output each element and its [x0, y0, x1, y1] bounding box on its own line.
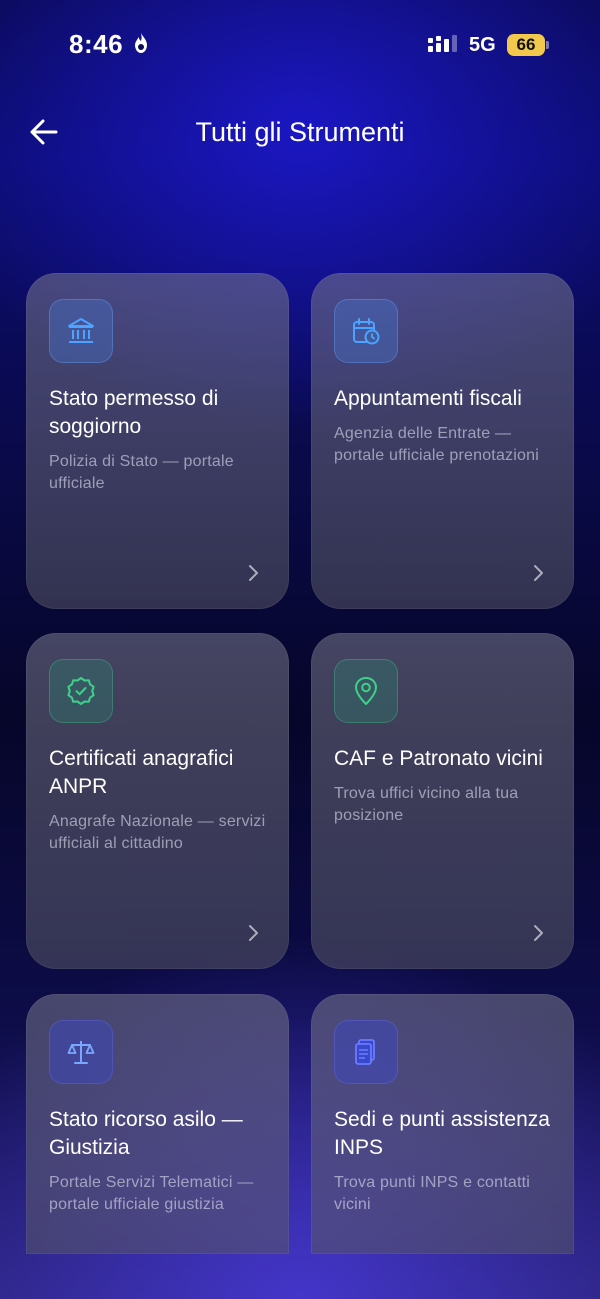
card-title: Stato permesso di soggiorno: [49, 387, 219, 438]
card-icon-container: [49, 299, 113, 363]
bank-icon: [68, 318, 94, 343]
card-icon-container: [334, 1020, 398, 1084]
tool-card-ricorso-asilo[interactable]: Stato ricorso asilo — Giustizia Portale …: [26, 994, 289, 1254]
card-title: Sedi e punti assistenza INPS: [334, 1108, 550, 1159]
page-title: Tutti gli Strumenti: [195, 117, 405, 147]
chevron-right-icon: [534, 565, 543, 581]
document-stack-icon: [355, 1039, 375, 1065]
signal-icon: [428, 35, 457, 52]
tool-card-sedi-inps[interactable]: Sedi e punti assistenza INPS Trova punti…: [311, 994, 574, 1254]
tool-card-caf-patronato[interactable]: CAF e Patronato vicini Trova uffici vici…: [311, 633, 574, 969]
card-title: CAF e Patronato vicini: [334, 747, 543, 770]
card-title: Appuntamenti fiscali: [334, 387, 522, 410]
card-description: Agenzia delle Entrate — portale ufficial…: [334, 425, 539, 464]
chevron-right-icon: [534, 925, 543, 941]
card-icon-container: [49, 1020, 113, 1084]
card-title: Certificati anagrafici ANPR: [49, 747, 234, 798]
status-bar: 8:46 5G 66: [0, 0, 600, 90]
card-icon-container: [334, 659, 398, 723]
tool-card-certificati-anpr[interactable]: Certificati anagrafici ANPR Anagrafe Naz…: [26, 633, 289, 969]
tool-card-appuntamenti-fiscali[interactable]: Appuntamenti fiscali Agenzia delle Entra…: [311, 273, 574, 609]
calendar-clock-icon: [353, 318, 380, 345]
verified-badge-icon: [67, 677, 95, 705]
map-pin-icon: [355, 677, 377, 705]
battery-indicator: 66: [507, 34, 545, 56]
card-description: Polizia di Stato — portale ufficiale: [49, 453, 234, 492]
card-title: Stato ricorso asilo — Giustizia: [49, 1108, 243, 1159]
card-icon-container: [334, 299, 398, 363]
tool-card-permesso-soggiorno[interactable]: Stato permesso di soggiorno Polizia di S…: [26, 273, 289, 609]
chevron-right-icon: [249, 565, 258, 581]
network-type: 5G: [469, 34, 496, 56]
battery-tip: [546, 41, 549, 49]
status-time: 8:46: [69, 29, 124, 59]
chevron-right-icon: [249, 925, 258, 941]
card-description: Trova uffici vicino alla tua posizione: [334, 785, 519, 824]
card-icon-container: [49, 659, 113, 723]
card-description: Trova punti INPS e contatti vicini: [334, 1174, 531, 1213]
scales-icon: [67, 1041, 95, 1064]
card-description: Anagrafe Nazionale — servizi ufficiali a…: [49, 813, 266, 852]
focus-flame-icon: [135, 33, 147, 53]
card-description: Portale Servizi Telematici — portale uff…: [49, 1174, 254, 1213]
